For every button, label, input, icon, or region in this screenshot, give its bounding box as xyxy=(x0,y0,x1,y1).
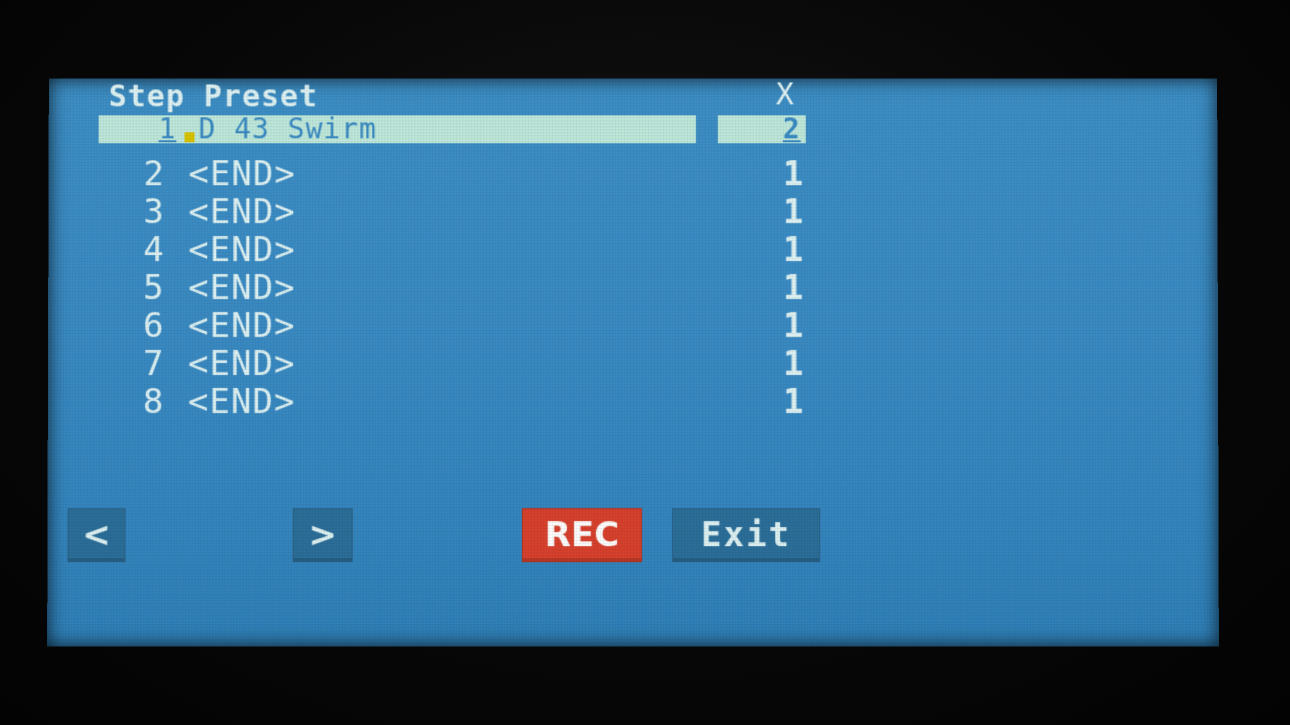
preset-name: <END> xyxy=(188,306,296,347)
repeat-value[interactable]: 1 xyxy=(783,382,805,422)
preset-name: D 43 Swirm xyxy=(198,112,377,146)
rec-button[interactable]: REC xyxy=(521,508,643,563)
repeat-value[interactable]: 1 xyxy=(783,268,805,308)
preset-row-8[interactable]: 8 <END> 1 xyxy=(48,382,1218,423)
preset-row-7[interactable]: 7 <END> 1 xyxy=(48,344,1218,385)
preset-name: <END> xyxy=(187,382,296,423)
edit-cursor xyxy=(184,132,195,143)
repeat-value[interactable]: 1 xyxy=(783,230,805,270)
page-title: Step Preset xyxy=(108,79,319,115)
repeat-value[interactable]: 2 xyxy=(783,112,801,146)
next-button[interactable]: > xyxy=(292,508,353,563)
repeat-value[interactable]: 1 xyxy=(783,344,805,384)
repeat-value[interactable]: 1 xyxy=(783,154,804,194)
device-bezel: Step Preset X 1 D 43 Swirm 2 2 <END> 1 3… xyxy=(0,0,1290,725)
step-number: 2 xyxy=(143,154,165,195)
step-number: 5 xyxy=(143,268,165,309)
prev-button[interactable]: < xyxy=(67,508,126,563)
step-number: 1 xyxy=(158,112,177,146)
exit-button[interactable]: Exit xyxy=(672,508,821,563)
step-number: 7 xyxy=(142,344,165,385)
lcd-screen: Step Preset X 1 D 43 Swirm 2 2 <END> 1 3… xyxy=(47,78,1219,647)
preset-name: <END> xyxy=(188,154,296,195)
preset-row-4[interactable]: 4 <END> 1 xyxy=(48,230,1217,271)
step-number: 6 xyxy=(143,306,165,347)
repeat-value[interactable]: 1 xyxy=(783,306,805,346)
preset-row-1[interactable]: 1 D 43 Swirm 2 xyxy=(49,112,1218,148)
step-number: 8 xyxy=(142,382,165,423)
repeat-value[interactable]: 1 xyxy=(783,192,805,232)
step-number: 4 xyxy=(143,230,165,271)
preset-name: <END> xyxy=(188,268,296,309)
preset-name: <END> xyxy=(188,192,296,233)
preset-row-5[interactable]: 5 <END> 1 xyxy=(48,268,1218,309)
step-number: 3 xyxy=(143,192,165,233)
preset-row-6[interactable]: 6 <END> 1 xyxy=(48,306,1218,347)
x-column-header: X xyxy=(775,78,795,113)
preset-name: <END> xyxy=(188,230,296,271)
preset-row-2[interactable]: 2 <END> 1 xyxy=(49,154,1218,195)
preset-name: <END> xyxy=(187,344,296,385)
preset-row-3[interactable]: 3 <END> 1 xyxy=(48,192,1217,233)
